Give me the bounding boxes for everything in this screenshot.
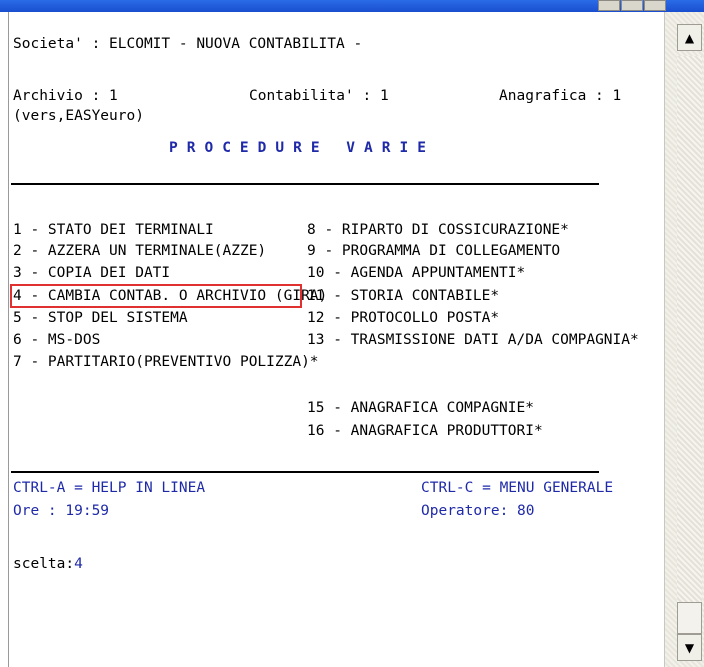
anagrafica-label: Anagrafica : 1: [499, 88, 622, 104]
close-button[interactable]: [644, 0, 666, 11]
window-titlebar: [0, 0, 704, 12]
menu-item-10[interactable]: 10 - AGENDA APPUNTAMENTI*: [307, 263, 525, 283]
menu-generale-hint: CTRL-C = MENU GENERALE: [421, 480, 614, 496]
menu-item-11[interactable]: 11 - STORIA CONTABILE*: [307, 286, 499, 306]
scroll-down-button[interactable]: ▼: [677, 634, 702, 661]
prompt-input[interactable]: 4: [74, 556, 83, 572]
archivio-label: Archivio : 1: [13, 88, 118, 104]
scroll-thumb[interactable]: [677, 602, 702, 634]
menu-item-9[interactable]: 9 - PROGRAMMA DI COLLEGAMENTO: [307, 241, 560, 261]
menu-item-5[interactable]: 5 - STOP DEL SISTEMA: [13, 308, 188, 328]
menu-item-16[interactable]: 16 - ANAGRAFICA PRODUTTORI*: [307, 421, 543, 441]
menu-item-1[interactable]: 1 - STATO DEI TERMINALI: [13, 220, 214, 240]
menu-item-2[interactable]: 2 - AZZERA UN TERMINALE(AZZE): [13, 241, 266, 261]
version-label: (vers,EASYeuro): [13, 108, 144, 124]
vertical-scrollbar[interactable]: ▲ ▼: [664, 12, 704, 667]
menu-item-15[interactable]: 15 - ANAGRAFICA COMPAGNIE*: [307, 398, 534, 418]
prompt-line[interactable]: scelta:4: [13, 554, 83, 574]
divider-top: [11, 183, 599, 185]
triangle-down-icon: ▼: [684, 640, 695, 655]
menu-item-3[interactable]: 3 - COPIA DEI DATI: [13, 263, 170, 283]
divider-bottom: [11, 471, 599, 473]
prompt-label: scelta:: [13, 556, 75, 572]
selected-item-highlight: [10, 284, 302, 308]
page-title: PROCEDURE VARIE: [169, 140, 435, 156]
maximize-button[interactable]: [621, 0, 643, 11]
help-hint: CTRL-A = HELP IN LINEA: [13, 480, 206, 496]
time-label: Ore : 19:59: [13, 503, 110, 519]
menu-item-7[interactable]: 7 - PARTITARIO(PREVENTIVO POLIZZA)*: [13, 352, 319, 372]
company-line: Societa' : ELCOMIT - NUOVA CONTABILITA -: [13, 36, 363, 52]
scroll-track[interactable]: [677, 56, 702, 602]
triangle-up-icon: ▲: [684, 30, 695, 45]
menu-item-13[interactable]: 13 - TRASMISSIONE DATI A/DA COMPAGNIA*: [307, 330, 639, 350]
operator-label: Operatore: 80: [421, 503, 535, 519]
contabilita-label: Contabilita' : 1: [249, 88, 389, 104]
menu-item-12[interactable]: 12 - PROTOCOLLO POSTA*: [307, 308, 499, 328]
menu-item-8[interactable]: 8 - RIPARTO DI COSSICURAZIONE*: [307, 220, 569, 240]
scroll-up-button[interactable]: ▲: [677, 24, 702, 51]
terminal-screen[interactable]: Societa' : ELCOMIT - NUOVA CONTABILITA -…: [8, 12, 663, 667]
minimize-button[interactable]: [598, 0, 620, 11]
menu-item-6[interactable]: 6 - MS-DOS: [13, 330, 100, 350]
